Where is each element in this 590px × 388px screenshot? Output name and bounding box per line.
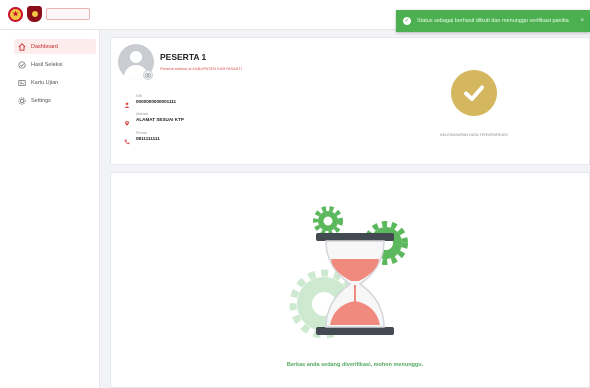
sidebar-item-label: Dashboard bbox=[31, 43, 58, 50]
address-field: Alamat ALAMAT SESUAI KTP bbox=[124, 112, 184, 126]
phone-field: Phone 0811111111 bbox=[124, 131, 160, 145]
nik-field: NIK 0000000000001111 bbox=[124, 94, 177, 108]
check-icon: ✓ bbox=[403, 17, 411, 25]
sidebar-item-hasil-seleksi[interactable]: Hasil Seleksi bbox=[14, 57, 96, 72]
notification-toast: ✓ Status sebagai berhasil diikuti dan me… bbox=[396, 10, 590, 32]
gear-icon bbox=[18, 96, 26, 105]
user-icon bbox=[124, 95, 130, 108]
toast-message: Status sebagai berhasil diikuti dan menu… bbox=[417, 18, 569, 24]
waiting-message: Berkas anda sedang diverifikasi, mohon m… bbox=[286, 362, 424, 368]
emblem-logo: ★ bbox=[8, 6, 23, 22]
nik-value: 0000000000001111 bbox=[136, 99, 177, 104]
id-card-icon bbox=[18, 79, 26, 87]
status-label: KELENGKAPAN DATA TERVERIFIKASI bbox=[440, 133, 508, 137]
sidebar-item-label: Settings bbox=[31, 97, 51, 104]
phone-value: 0811111111 bbox=[136, 136, 160, 141]
check-icon bbox=[464, 85, 484, 101]
address-value: ALAMAT SESUAI KTP bbox=[136, 117, 184, 122]
check-circle-icon bbox=[18, 60, 26, 69]
sidebar: Dashboard Hasil Seleksi Kartu Ujian Sett… bbox=[0, 30, 100, 388]
brand-logo bbox=[46, 8, 90, 20]
sidebar-item-label: Hasil Seleksi bbox=[31, 61, 63, 68]
sidebar-item-dashboard[interactable]: Dashboard bbox=[14, 39, 96, 54]
sidebar-item-kartu-ujian[interactable]: Kartu Ujian bbox=[14, 75, 96, 90]
status-check-badge bbox=[451, 70, 497, 116]
close-icon[interactable]: × bbox=[580, 18, 584, 24]
shield-logo bbox=[27, 6, 42, 22]
gear-icon bbox=[313, 206, 343, 236]
sidebar-item-settings[interactable]: Settings bbox=[14, 93, 96, 108]
location-pin-icon bbox=[124, 113, 130, 126]
logo-group: ★ bbox=[8, 6, 90, 22]
sidebar-item-label: Kartu Ujian bbox=[31, 79, 59, 86]
hourglass-gears-illustration bbox=[289, 206, 408, 339]
home-icon bbox=[18, 42, 26, 51]
phone-icon bbox=[124, 132, 130, 145]
participant-info: Peserta seleksi di KABUPATEN KARYASAKTI bbox=[160, 66, 242, 71]
camera-icon[interactable] bbox=[143, 70, 153, 80]
participant-name: PESERTA 1 bbox=[160, 52, 207, 62]
